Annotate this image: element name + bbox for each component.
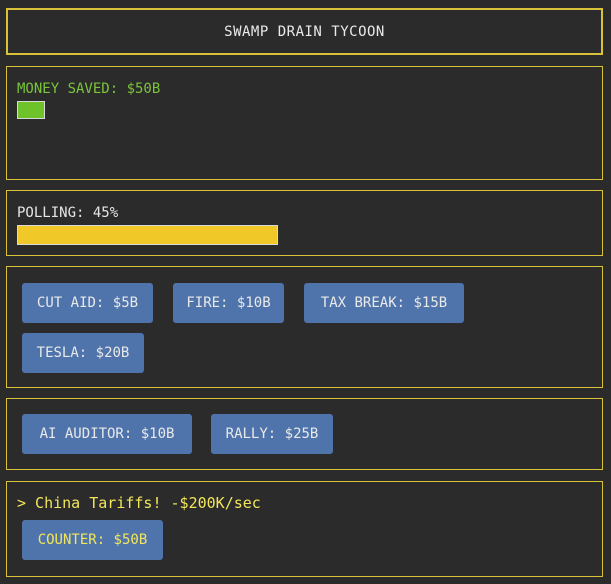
counter-button[interactable]: COUNTER: $50B: [22, 520, 163, 560]
polling-bar-track: [17, 225, 597, 245]
money-panel: MONEY SAVED: $50B: [6, 66, 603, 180]
title-panel: SWAMP DRAIN TYCOON: [6, 8, 603, 55]
tools-panel: AI AUDITOR: $10B RALLY: $25B: [6, 398, 603, 470]
money-bar: [17, 101, 45, 119]
rally-button[interactable]: RALLY: $25B: [211, 414, 333, 454]
game-title: SWAMP DRAIN TYCOON: [224, 23, 385, 40]
actions-panel: CUT AID: $5B FIRE: $10B TAX BREAK: $15B …: [6, 266, 603, 388]
tesla-button[interactable]: TESLA: $20B: [22, 333, 144, 373]
polling-bar-fill: [17, 225, 278, 245]
event-message: > China Tariffs! -$200K/sec: [17, 494, 261, 512]
fire-button[interactable]: FIRE: $10B: [173, 283, 284, 323]
polling-panel: POLLING: 45%: [6, 190, 603, 256]
money-saved-label: MONEY SAVED: $50B: [17, 81, 161, 97]
money-bar-track: [17, 101, 45, 119]
polling-label: POLLING: 45%: [17, 205, 119, 221]
ai-auditor-button[interactable]: AI AUDITOR: $10B: [22, 414, 192, 454]
event-panel: > China Tariffs! -$200K/sec COUNTER: $50…: [6, 481, 603, 577]
tax-break-button[interactable]: TAX BREAK: $15B: [304, 283, 464, 323]
cut-aid-button[interactable]: CUT AID: $5B: [22, 283, 153, 323]
